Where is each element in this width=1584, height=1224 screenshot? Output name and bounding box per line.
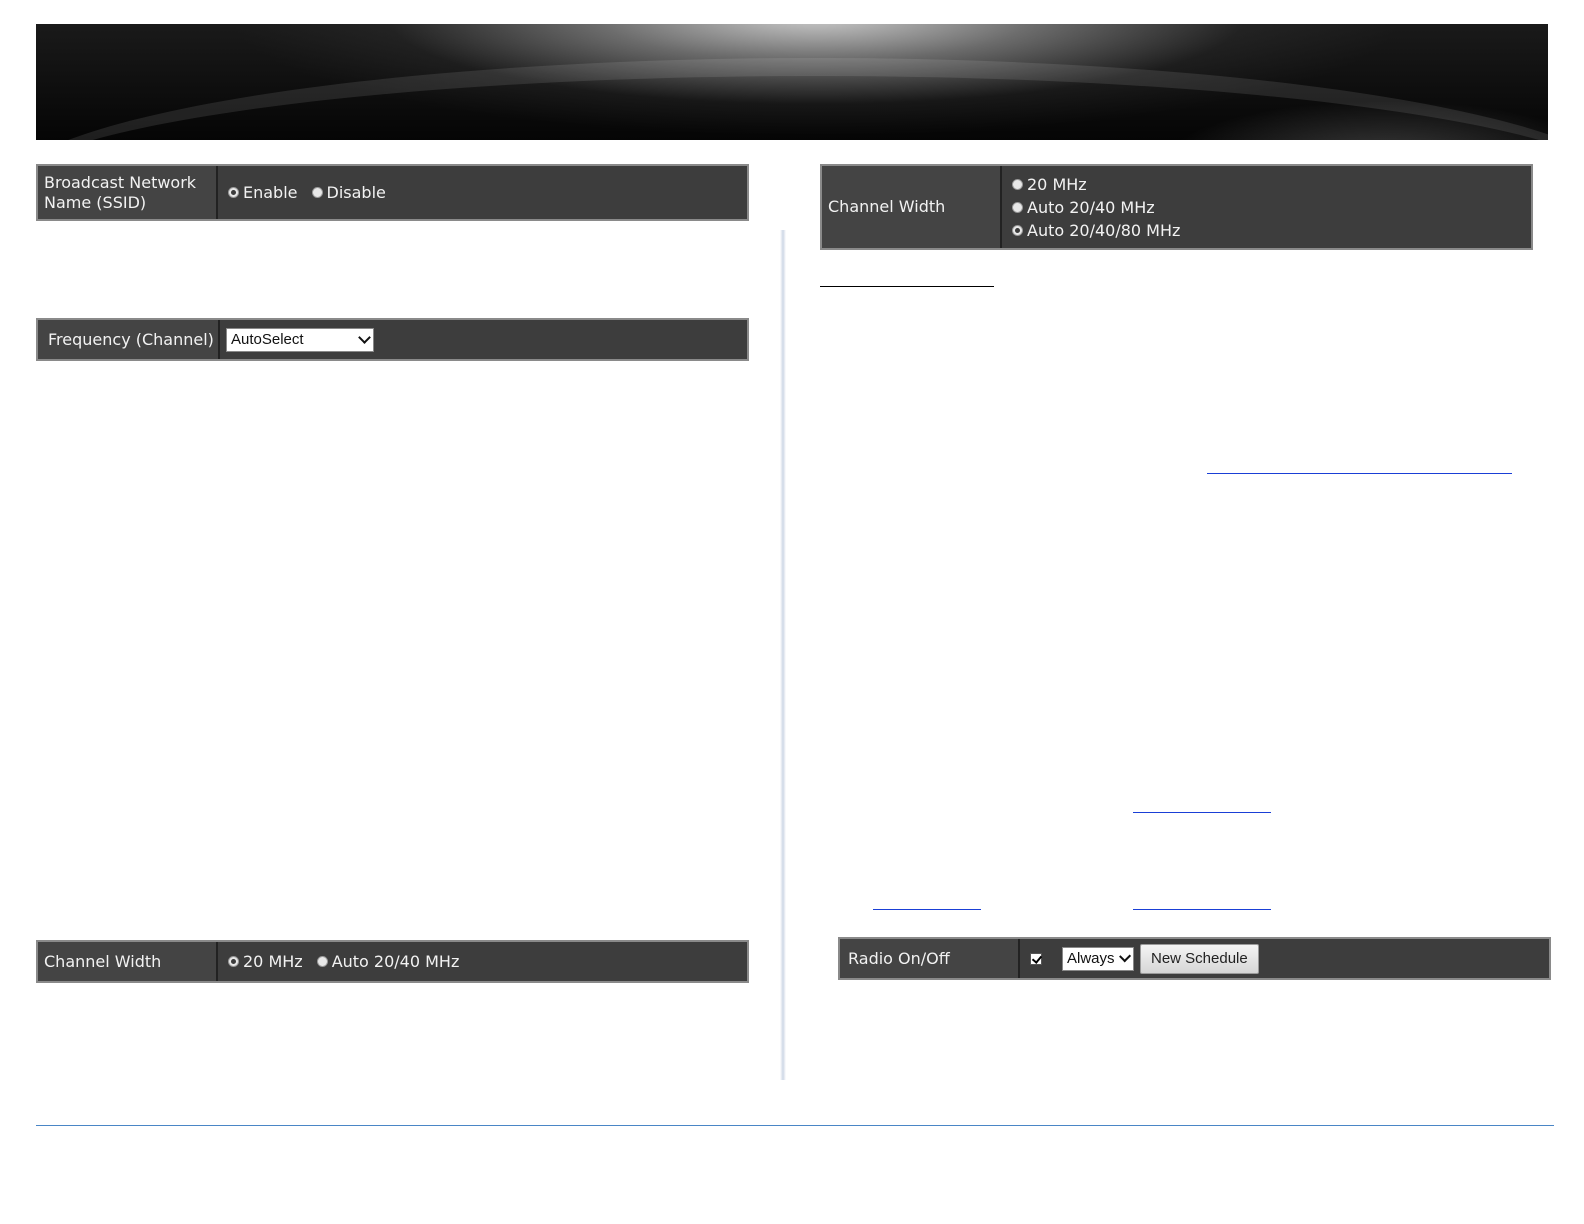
cw-right-auto204080-label: Auto 20/40/80 MHz: [1027, 220, 1181, 240]
schedule-select-value: Always: [1067, 950, 1115, 967]
cw-right-20mhz-option[interactable]: 20 MHz: [1012, 173, 1087, 196]
radio-onoff-panel: Radio On/Off Always New Schedule: [838, 937, 1551, 980]
footer-divider: [36, 1125, 1554, 1126]
ssid-disable-option[interactable]: Disable: [311, 183, 386, 202]
ssid-enable-label: Enable: [243, 183, 298, 202]
hyperlink-underline[interactable]: [1133, 909, 1271, 910]
channel-width-label-right: Channel Width: [822, 166, 1002, 248]
cw-left-20mhz-label: 20 MHz: [243, 952, 303, 971]
chevron-down-icon: [1118, 950, 1131, 963]
frequency-panel: Frequency (Channel) AutoSelect: [36, 318, 749, 361]
cw-right-auto2040-radio[interactable]: [1012, 201, 1023, 213]
ssid-broadcast-panel: Broadcast Network Name (SSID) Enable Dis…: [36, 164, 749, 221]
cw-right-auto204080-radio[interactable]: [1012, 224, 1023, 236]
schedule-select[interactable]: Always: [1062, 946, 1134, 971]
cw-right-auto2040-option[interactable]: Auto 20/40 MHz: [1012, 196, 1155, 219]
column-divider: [780, 230, 786, 1080]
ssid-enable-option[interactable]: Enable: [228, 183, 298, 202]
channel-width-panel-right: Channel Width 20 MHz Auto 20/40 MHz Auto…: [820, 164, 1533, 250]
ssid-broadcast-label: Broadcast Network Name (SSID): [38, 166, 218, 219]
channel-width-panel-left: Channel Width 20 MHz Auto 20/40 MHz: [36, 940, 749, 983]
cw-left-auto2040-option[interactable]: Auto 20/40 MHz: [316, 952, 460, 971]
radio-onoff-label: Radio On/Off: [840, 939, 1020, 978]
hyperlink-underline[interactable]: [1133, 812, 1271, 813]
frequency-label: Frequency (Channel): [38, 320, 220, 359]
ssid-enable-radio[interactable]: [228, 187, 239, 198]
hyperlink-underline[interactable]: [1207, 473, 1512, 474]
radio-onoff-checkbox[interactable]: [1030, 952, 1042, 965]
header-banner: [36, 24, 1548, 140]
cw-left-20mhz-radio[interactable]: [228, 956, 239, 967]
channel-width-label-left: Channel Width: [38, 942, 218, 981]
ssid-disable-radio[interactable]: [311, 187, 323, 198]
cw-left-20mhz-option[interactable]: 20 MHz: [228, 952, 303, 971]
cw-right-20mhz-radio[interactable]: [1012, 178, 1023, 190]
banner-swoosh: [36, 58, 1548, 140]
cw-left-auto2040-radio[interactable]: [316, 956, 328, 967]
cw-right-auto204080-option[interactable]: Auto 20/40/80 MHz: [1012, 219, 1180, 242]
new-schedule-button[interactable]: New Schedule: [1140, 943, 1259, 974]
frequency-select[interactable]: AutoSelect: [226, 327, 374, 352]
cw-left-auto2040-label: Auto 20/40 MHz: [331, 952, 460, 971]
frequency-select-value: AutoSelect: [231, 331, 304, 348]
section-heading-underline: [820, 286, 994, 287]
hyperlink-underline[interactable]: [873, 909, 981, 910]
ssid-disable-label: Disable: [326, 183, 386, 202]
cw-right-auto2040-label: Auto 20/40 MHz: [1027, 197, 1155, 217]
cw-right-20mhz-label: 20 MHz: [1027, 174, 1087, 194]
chevron-down-icon: [358, 331, 371, 344]
